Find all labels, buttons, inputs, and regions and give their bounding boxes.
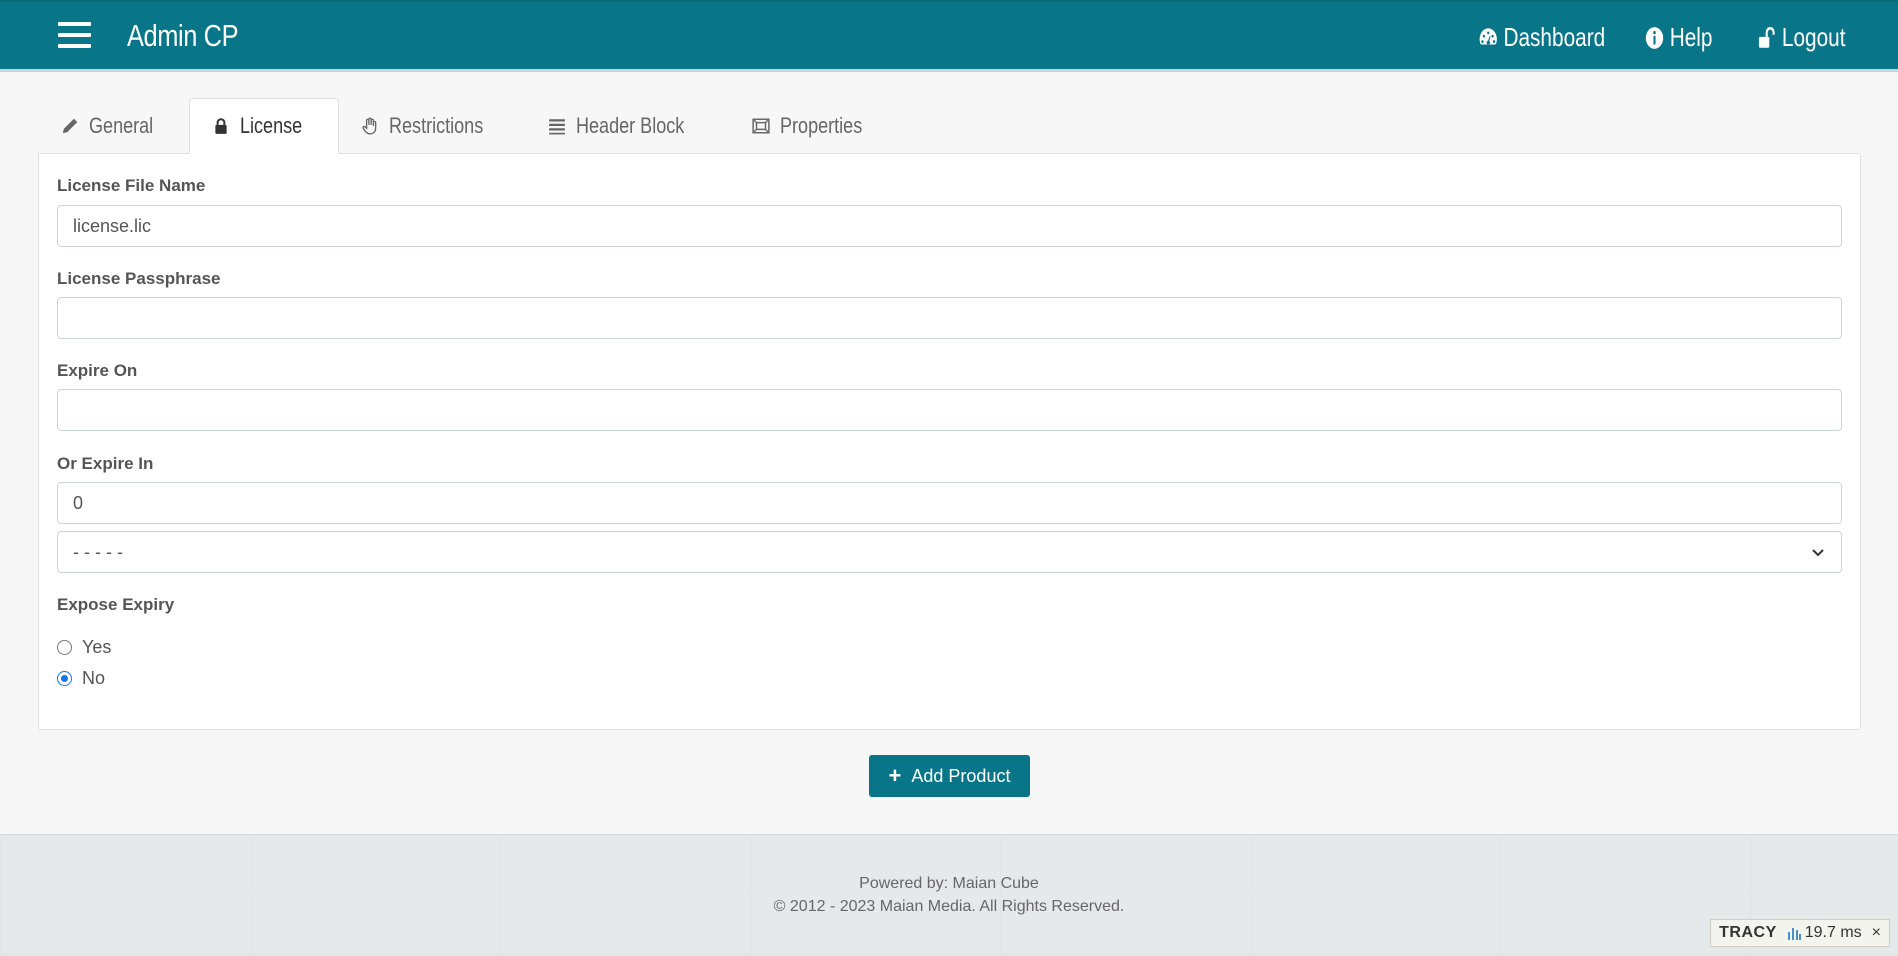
properties-icon	[752, 118, 770, 134]
expire-in-unit-selected: - - - - -	[73, 541, 123, 562]
tab-properties[interactable]: Properties	[730, 98, 902, 154]
unlock-icon	[1759, 26, 1776, 48]
tracy-debug-bar[interactable]: TRACY 19.7 ms ×	[1710, 919, 1890, 947]
brand-title: Admin CP	[127, 18, 239, 53]
license-passphrase-input[interactable]	[57, 297, 1842, 339]
license-passphrase-label: License Passphrase	[57, 269, 221, 288]
expire-on-label: Expire On	[57, 361, 138, 380]
expose-expiry-yes[interactable]: Yes	[57, 637, 111, 658]
plus-icon: +	[888, 763, 902, 788]
list-icon	[549, 119, 565, 135]
info-icon	[1645, 26, 1664, 49]
tracy-close-icon[interactable]: ×	[1872, 924, 1881, 942]
radio-no[interactable]	[57, 671, 72, 686]
expose-expiry-label: Expose Expiry	[57, 595, 175, 614]
expire-on-input[interactable]	[57, 389, 1842, 431]
license-file-name-input[interactable]	[57, 205, 1842, 247]
copyright-text: © 2012 - 2023 Maian Media. All Rights Re…	[773, 898, 1125, 915]
add-product-button[interactable]: + Add Product	[869, 755, 1030, 797]
expire-in-value-input[interactable]	[57, 482, 1842, 524]
nav-logout-link[interactable]: Logout	[1757, 22, 1846, 53]
chevron-down-icon	[1812, 549, 1824, 557]
tab-restrictions[interactable]: Restrictions	[339, 98, 526, 154]
expose-expiry-no[interactable]: No	[57, 668, 105, 689]
pencil-icon	[62, 118, 78, 134]
hand-icon	[362, 117, 377, 135]
product-tabs: General License Restrictions Header Bloc…	[39, 98, 902, 154]
menu-toggle-icon[interactable]	[58, 22, 91, 50]
dashboard-icon	[1479, 27, 1497, 45]
bar-chart-icon	[1787, 928, 1801, 940]
expire-in-unit-select[interactable]: - - - - -	[57, 531, 1842, 573]
tab-license[interactable]: License	[189, 98, 340, 154]
top-nav: Dashboard Help Logout	[1446, 22, 1846, 53]
tab-general[interactable]: General	[39, 98, 189, 154]
powered-by-text: Powered by: Maian Cube	[859, 875, 1039, 892]
or-expire-in-label: Or Expire In	[57, 454, 154, 473]
nav-help-link[interactable]: Help	[1644, 22, 1712, 53]
footer: Powered by: Maian Cube © 2012 - 2023 Mai…	[0, 834, 1898, 956]
lock-icon	[215, 118, 227, 134]
tracy-time[interactable]: 19.7 ms	[1787, 924, 1862, 942]
license-file-name-label: License File Name	[57, 176, 206, 195]
top-navbar: Admin CP Dashboard Help Logout	[0, 0, 1898, 72]
tab-header-block[interactable]: Header Block	[526, 98, 730, 154]
radio-yes[interactable]	[57, 640, 72, 655]
nav-dashboard-link[interactable]: Dashboard	[1478, 22, 1605, 53]
license-panel: License File Name License Passphrase Exp…	[38, 153, 1861, 730]
tracy-logo[interactable]: TRACY	[1719, 924, 1777, 942]
